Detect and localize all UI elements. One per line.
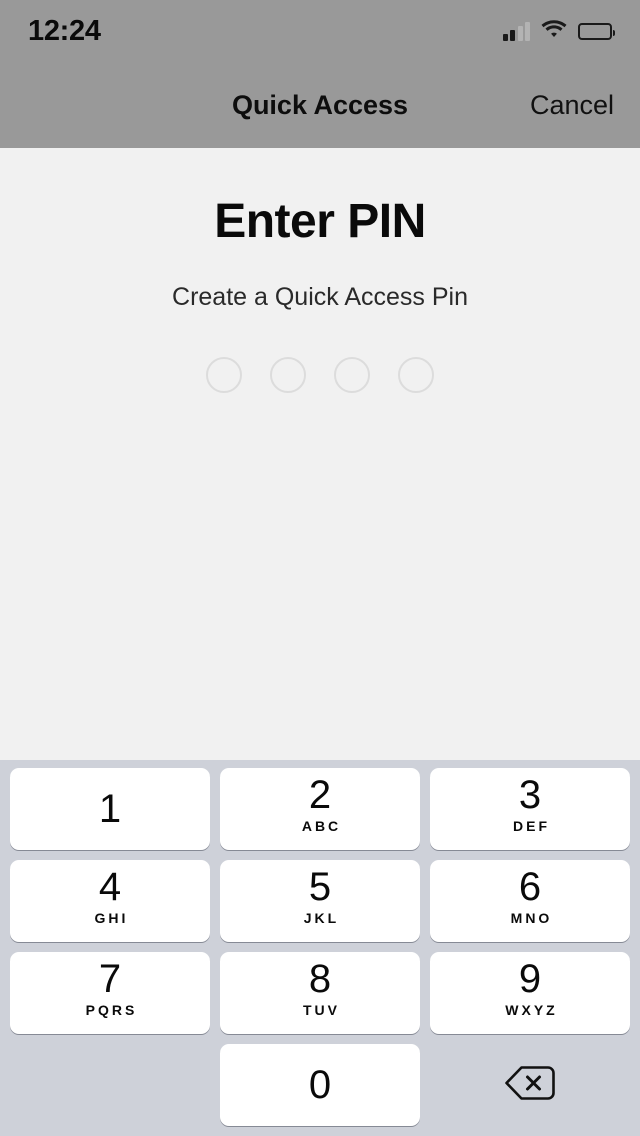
keypad-key-4[interactable]: 4 GHI [10, 860, 210, 942]
phone-screen: 12:24 Quick Access Cancel Enter PIN Crea… [0, 0, 640, 1136]
key-letters-label: ABC [301, 818, 342, 834]
status-bar-time: 12:24 [28, 14, 101, 47]
key-letters-label: TUV [303, 1002, 340, 1018]
keypad-key-2[interactable]: 2 ABC [220, 768, 420, 850]
keypad-key-6[interactable]: 6 MNO [430, 860, 630, 942]
key-digit-label: 0 [308, 1063, 332, 1107]
key-digit-label: 6 [518, 865, 542, 909]
navigation-bar: 12:24 Quick Access Cancel [0, 0, 640, 148]
key-letters-label: DEF [513, 818, 550, 834]
keypad-row: 1 2 ABC 3 DEF [10, 768, 630, 850]
delete-key[interactable] [430, 1044, 630, 1126]
key-letters-label: MNO [510, 910, 553, 926]
battery-icon [578, 22, 615, 40]
keypad-key-5[interactable]: 5 JKL [220, 860, 420, 942]
keypad-key-1[interactable]: 1 [10, 768, 210, 850]
pin-dot-indicator [206, 356, 434, 393]
keypad-row: 7 PQRS 8 TUV 9 WXYZ [10, 952, 630, 1034]
pin-dot [270, 356, 306, 393]
keypad-row: 0 [10, 1044, 630, 1126]
key-digit-label: 4 [98, 865, 122, 909]
pin-subtitle: Create a Quick Access Pin [172, 282, 468, 311]
key-digit-label: 3 [518, 773, 542, 817]
delete-backspace-icon [503, 1064, 557, 1107]
cellular-signal-icon [502, 21, 530, 41]
numeric-keypad: 1 2 ABC 3 DEF 4 GHI 5 JKL 6 MNO 7 PQRS 8 TUV 9 WXYZ 0 [0, 760, 640, 1136]
pin-dot [206, 356, 242, 393]
pin-heading: Enter PIN [214, 195, 426, 248]
key-digit-label: 7 [98, 957, 122, 1001]
key-digit-label: 5 [308, 865, 332, 909]
wifi-icon [541, 19, 567, 44]
keypad-row: 4 GHI 5 JKL 6 MNO [10, 860, 630, 942]
key-digit-label: 1 [98, 787, 122, 831]
key-digit-label: 2 [308, 773, 332, 817]
key-letters-label: GHI [94, 910, 129, 926]
key-digit-label: 8 [308, 957, 332, 1001]
key-digit-label: 9 [518, 957, 542, 1001]
keypad-key-8[interactable]: 8 TUV [220, 952, 420, 1034]
keypad-key-0[interactable]: 0 [220, 1044, 420, 1126]
pin-dot [398, 356, 434, 393]
pin-entry-content: Enter PIN Create a Quick Access Pin [0, 148, 640, 760]
keypad-key-9[interactable]: 9 WXYZ [430, 952, 630, 1034]
key-letters-label: WXYZ [505, 1002, 558, 1018]
key-letters-label: PQRS [85, 1002, 138, 1018]
keypad-spacer [10, 1044, 210, 1126]
nav-bar-row: Quick Access Cancel [0, 62, 640, 148]
status-bar: 12:24 [0, 0, 640, 62]
pin-dot [334, 356, 370, 393]
status-bar-icons [502, 19, 615, 44]
keypad-key-7[interactable]: 7 PQRS [10, 952, 210, 1034]
keypad-key-3[interactable]: 3 DEF [430, 768, 630, 850]
key-letters-label: JKL [303, 910, 340, 926]
cancel-button[interactable]: Cancel [530, 90, 614, 121]
